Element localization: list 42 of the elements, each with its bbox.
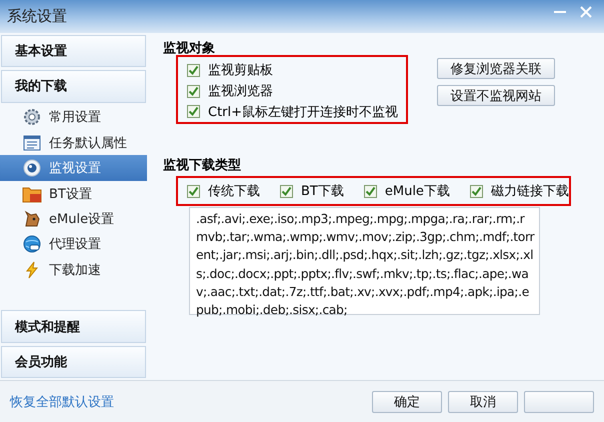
close-icon[interactable]: [580, 6, 592, 18]
checkbox[interactable]: [187, 184, 200, 198]
lightning-icon: [23, 260, 41, 279]
action-button[interactable]: 设置不监视网站: [437, 85, 555, 106]
sidebar-section[interactable]: 基本设置: [1, 35, 146, 68]
checkbox-label[interactable]: 监视浏览器: [208, 82, 273, 100]
checkbox-label[interactable]: 传统下载: [208, 182, 260, 200]
eye-icon: [23, 159, 41, 178]
section-heading: 监视下载类型: [163, 157, 242, 175]
action-button[interactable]: 修复浏览器关联: [437, 58, 555, 79]
checkbox-label[interactable]: 监视剪贴板: [208, 61, 273, 80]
sidebar-section[interactable]: 模式和提醒: [1, 310, 146, 343]
sidebar-section[interactable]: 会员功能: [1, 346, 146, 378]
sidebar-item[interactable]: 代理设置: [0, 232, 147, 258]
gear-icon: [23, 108, 41, 126]
checkbox-label[interactable]: 磁力链接下载: [490, 182, 569, 200]
checkbox[interactable]: [187, 64, 200, 77]
globe-icon: [23, 235, 41, 254]
checkbox-label[interactable]: Ctrl+鼠标左键打开连接时不监视: [208, 102, 398, 121]
checkbox-label[interactable]: BT下载: [301, 182, 344, 200]
extensions-field[interactable]: .asf;.avi;.exe;.iso;.mp3;.mpeg;.mpg;.mpga;.ra;.rar;.rm;.rmvb;.tar;.wma;.wmp;.wmv;.mov;.zip;.3gp;.chm;.mdf;.torrent;.jar;.msi;.arj;.bin;.dll;.psd;.hqx;.sit;.lzh;.gz;.tgz;.xlsx;.xls;.doc;.docx;.ppt;.pptx;.flv;.swf;.mkv;.tp;.ts;.flac;.ape;.wav;.aac;.txt;.dat;.7z;.ttf;.bat;.xv;.xvx;.pdf;.mp4;.apk;.ipa;.epub;.mobi;.deb;.sisx;.cab;: [189, 207, 540, 315]
mule-icon: [23, 210, 41, 228]
checkbox[interactable]: [280, 184, 293, 198]
window-title: 系统设置: [7, 7, 68, 26]
sidebar-item[interactable]: BT设置: [0, 180, 147, 206]
sidebar-item[interactable]: 常用设置: [0, 104, 147, 130]
dialog-button[interactable]: 取消: [448, 390, 518, 412]
checkbox[interactable]: [187, 84, 200, 98]
list-icon: [23, 134, 41, 151]
checkbox[interactable]: [470, 184, 483, 198]
sidebar-item[interactable]: 监视设置: [0, 155, 147, 181]
restore-defaults-link[interactable]: 恢复全部默认设置: [10, 392, 366, 410]
checkbox[interactable]: [187, 105, 200, 118]
sidebar-item[interactable]: 下载加速: [0, 257, 147, 282]
sidebar-item[interactable]: 任务默认属性: [0, 130, 147, 156]
section-heading: 监视对象: [163, 40, 216, 58]
sidebar-item[interactable]: eMule设置: [0, 206, 147, 232]
sidebar-section[interactable]: 我的下载: [1, 70, 146, 103]
dialog-button[interactable]: 确定: [372, 390, 442, 412]
checkbox[interactable]: [364, 184, 377, 198]
checkbox-label[interactable]: eMule下载: [384, 182, 450, 200]
folder-icon: [22, 184, 42, 203]
